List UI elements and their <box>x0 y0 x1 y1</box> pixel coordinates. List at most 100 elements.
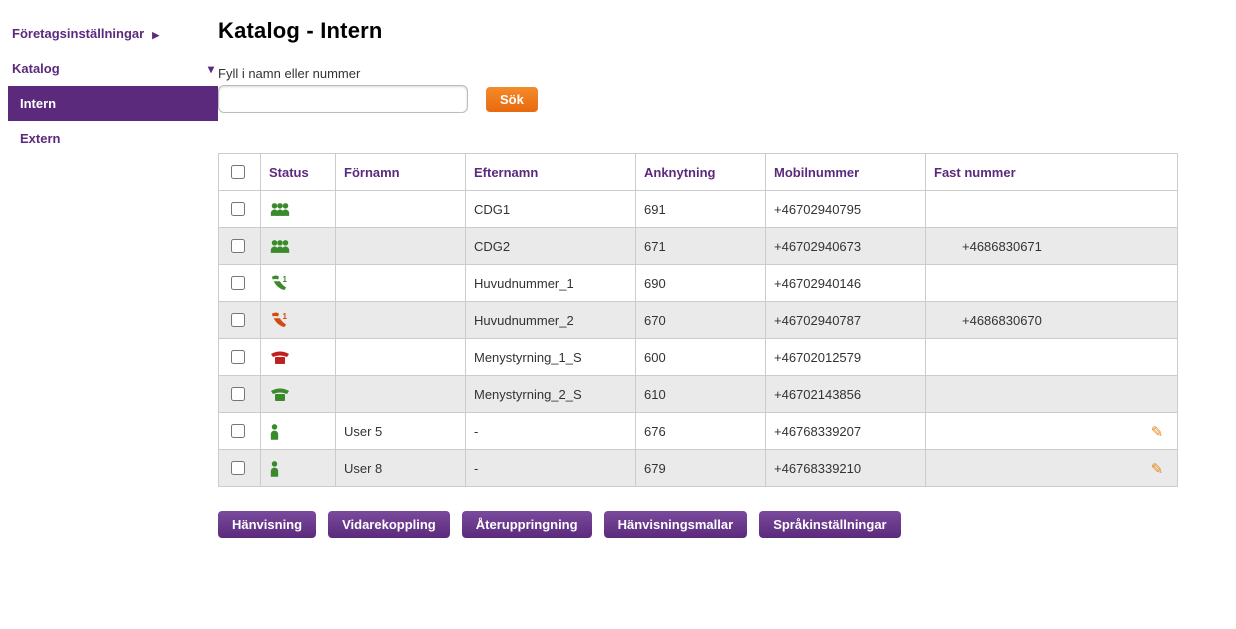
table-row: Huvudnummer_1690+46702940146 <box>219 265 1178 302</box>
row-checkbox[interactable] <box>231 350 245 364</box>
row-status-cell <box>261 413 336 450</box>
row-status-cell <box>261 339 336 376</box>
row-lastname: Huvudnummer_1 <box>466 265 636 302</box>
table-row: CDG1691+46702940795 <box>219 191 1178 228</box>
sidebar: Företagsinställningar Katalog Intern Exte… <box>8 18 218 538</box>
sidebar-item-label: Intern <box>20 96 56 111</box>
sidebar-group-label: Katalog <box>12 61 60 76</box>
edit-icon[interactable]: ✎ <box>1149 423 1165 439</box>
row-lastname: CDG2 <box>466 228 636 265</box>
header-ext[interactable]: Anknytning <box>636 154 766 191</box>
search-input[interactable] <box>218 85 468 113</box>
row-status-cell <box>261 302 336 339</box>
row-extension: 690 <box>636 265 766 302</box>
row-checkbox[interactable] <box>231 461 245 475</box>
row-checkbox[interactable] <box>231 239 245 253</box>
sidebar-item-label: Extern <box>20 131 60 146</box>
row-lastname: - <box>466 413 636 450</box>
table-row: Huvudnummer_2670+46702940787 +4686830670 <box>219 302 1178 339</box>
row-fixed-value <box>934 387 962 402</box>
sidebar-item-extern[interactable]: Extern <box>8 121 218 156</box>
phone-1-icon <box>269 312 289 328</box>
row-checkbox[interactable] <box>231 424 245 438</box>
row-status-cell <box>261 191 336 228</box>
row-fixed-value <box>934 424 962 439</box>
row-fixed-value: +4686830670 <box>934 313 1042 328</box>
main-content: Katalog - Intern Fyll i namn eller numme… <box>218 18 1236 538</box>
chevron-right-icon <box>148 26 159 41</box>
edit-icon[interactable]: ✎ <box>1149 460 1165 476</box>
deskphone-icon <box>269 351 291 365</box>
row-checkbox[interactable] <box>231 276 245 290</box>
row-status-cell <box>261 450 336 487</box>
catalog-table: Status Förnamn Efternamn Anknytning Mobi… <box>218 153 1178 487</box>
row-mobile: +46702940673 <box>766 228 926 265</box>
search-button[interactable]: Sök <box>486 87 538 112</box>
user-icon <box>269 460 280 477</box>
row-status-cell <box>261 265 336 302</box>
chevron-down-icon <box>204 61 214 76</box>
row-checkbox-cell <box>219 302 261 339</box>
table-row: User 5-676+46768339207✎ <box>219 413 1178 450</box>
row-mobile: +46702143856 <box>766 376 926 413</box>
action-button-3[interactable]: Hänvisningsmallar <box>604 511 748 538</box>
row-fixed-value <box>934 276 962 291</box>
row-mobile: +46702940146 <box>766 265 926 302</box>
row-checkbox[interactable] <box>231 313 245 327</box>
sidebar-item-intern[interactable]: Intern <box>8 86 218 121</box>
row-fixed: +4686830671 <box>926 228 1178 265</box>
row-lastname: Menystyrning_1_S <box>466 339 636 376</box>
row-checkbox-cell <box>219 450 261 487</box>
header-last[interactable]: Efternamn <box>466 154 636 191</box>
row-fixed-value <box>934 461 962 476</box>
row-firstname <box>336 376 466 413</box>
row-fixed <box>926 376 1178 413</box>
row-checkbox-cell <box>219 376 261 413</box>
row-extension: 600 <box>636 339 766 376</box>
header-mob[interactable]: Mobilnummer <box>766 154 926 191</box>
row-firstname <box>336 228 466 265</box>
table-row: Menystyrning_1_S600+46702012579 <box>219 339 1178 376</box>
row-mobile: +46768339210 <box>766 450 926 487</box>
sidebar-top-link[interactable]: Företagsinställningar <box>8 18 218 53</box>
row-firstname <box>336 265 466 302</box>
row-checkbox-cell <box>219 265 261 302</box>
header-status[interactable]: Status <box>261 154 336 191</box>
row-fixed: +4686830670 <box>926 302 1178 339</box>
group-icon <box>269 202 291 217</box>
header-checkbox-cell <box>219 154 261 191</box>
search-label: Fyll i namn eller nummer <box>218 66 1216 81</box>
row-lastname: Huvudnummer_2 <box>466 302 636 339</box>
header-first[interactable]: Förnamn <box>336 154 466 191</box>
row-lastname: Menystyrning_2_S <box>466 376 636 413</box>
row-extension: 670 <box>636 302 766 339</box>
row-checkbox[interactable] <box>231 387 245 401</box>
select-all-checkbox[interactable] <box>231 165 245 179</box>
header-fixed[interactable]: Fast nummer <box>926 154 1178 191</box>
row-status-cell <box>261 228 336 265</box>
row-extension: 691 <box>636 191 766 228</box>
row-lastname: CDG1 <box>466 191 636 228</box>
action-button-4[interactable]: Språkinställningar <box>759 511 900 538</box>
row-lastname: - <box>466 450 636 487</box>
table-row: CDG2671+46702940673 +4686830671 <box>219 228 1178 265</box>
row-mobile: +46702940795 <box>766 191 926 228</box>
row-fixed-value: +4686830671 <box>934 239 1042 254</box>
row-fixed <box>926 339 1178 376</box>
action-button-2[interactable]: Återuppringning <box>462 511 592 538</box>
group-icon <box>269 239 291 254</box>
action-button-0[interactable]: Hänvisning <box>218 511 316 538</box>
row-fixed <box>926 191 1178 228</box>
row-extension: 671 <box>636 228 766 265</box>
row-firstname <box>336 191 466 228</box>
table-row: User 8-679+46768339210✎ <box>219 450 1178 487</box>
table-row: Menystyrning_2_S610+46702143856 <box>219 376 1178 413</box>
row-extension: 676 <box>636 413 766 450</box>
row-fixed <box>926 265 1178 302</box>
row-mobile: +46702940787 <box>766 302 926 339</box>
action-button-1[interactable]: Vidarekoppling <box>328 511 450 538</box>
row-checkbox[interactable] <box>231 202 245 216</box>
row-checkbox-cell <box>219 413 261 450</box>
row-firstname: User 8 <box>336 450 466 487</box>
sidebar-group-katalog[interactable]: Katalog <box>8 53 218 86</box>
